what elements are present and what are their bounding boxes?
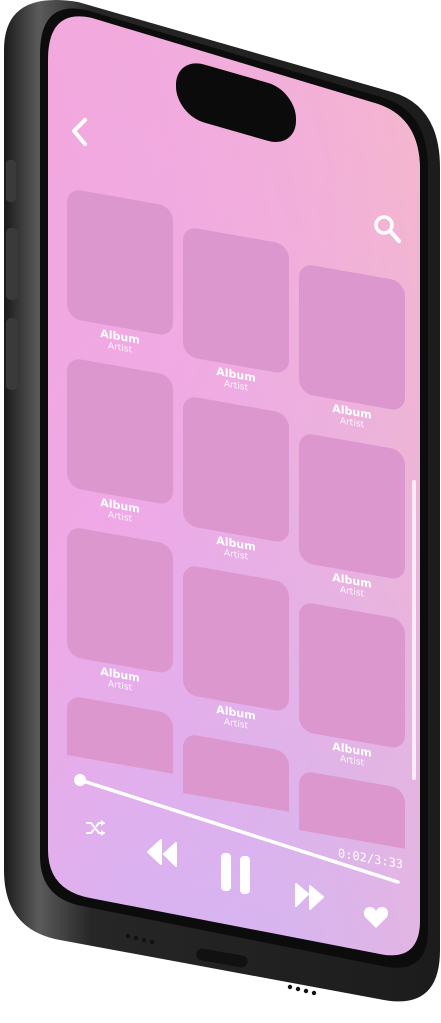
scrollbar[interactable] bbox=[412, 480, 416, 780]
shuffle-icon[interactable] bbox=[84, 816, 108, 840]
album-cover[interactable] bbox=[67, 188, 173, 337]
rewind-icon[interactable] bbox=[144, 836, 180, 868]
album-cover[interactable] bbox=[183, 395, 289, 544]
search-icon[interactable] bbox=[371, 210, 403, 246]
heart-icon[interactable] bbox=[362, 904, 390, 930]
fast-forward-icon[interactable] bbox=[292, 880, 328, 912]
album-cover-partial[interactable] bbox=[67, 695, 173, 774]
album-cover[interactable] bbox=[299, 432, 405, 581]
album-cover[interactable] bbox=[183, 564, 289, 713]
phone-mockup: Album Artist Album Artist Album Artist A… bbox=[0, 0, 441, 1023]
progress-thumb bbox=[74, 774, 86, 786]
album-cover[interactable] bbox=[67, 357, 173, 506]
album-cover[interactable] bbox=[299, 601, 405, 750]
pause-icon[interactable] bbox=[216, 850, 256, 896]
screen: Album Artist Album Artist Album Artist A… bbox=[0, 0, 441, 1023]
album-cover[interactable] bbox=[299, 263, 405, 412]
album-cover[interactable] bbox=[67, 526, 173, 675]
back-chevron-icon[interactable] bbox=[66, 114, 94, 150]
album-cover[interactable] bbox=[183, 226, 289, 375]
